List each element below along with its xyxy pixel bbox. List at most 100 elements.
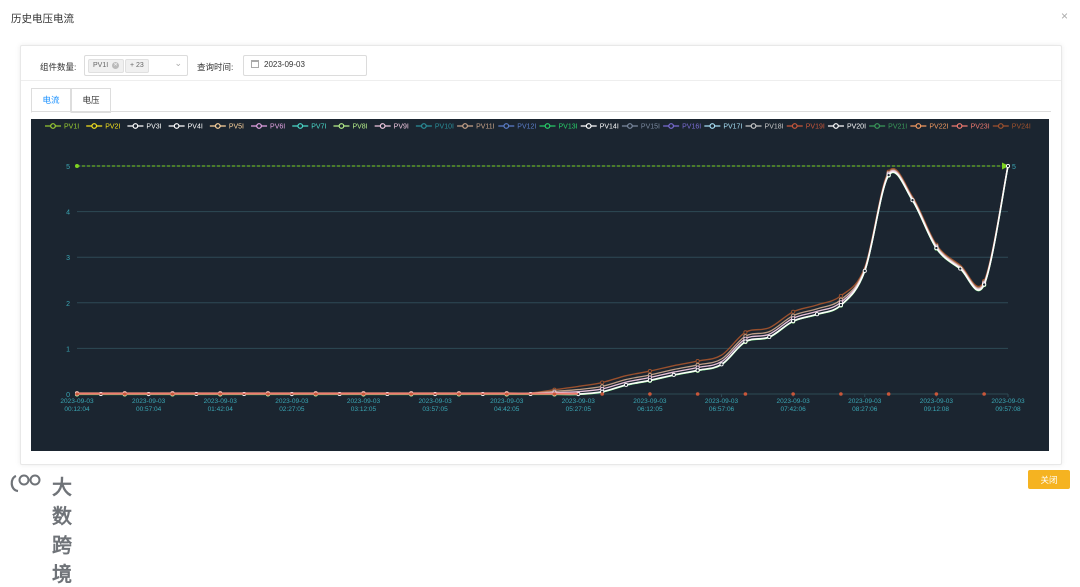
x-tick-label: 2023-09-03 [991,398,1025,405]
x-tick-label: 2023-09-03 [204,398,238,405]
legend-marker [173,123,180,129]
legend-label: PV20I [847,124,866,131]
data-point [934,246,939,251]
legend-marker [50,123,56,129]
x-tick-label: 2023-09-03 [275,398,309,405]
legend-label: PV24I [1012,124,1031,131]
data-point [814,312,820,317]
legend-label: PV23I [971,124,990,131]
legend-label: PV2I [105,124,120,131]
y-tick-label: 1 [66,346,70,353]
data-point-zero [695,392,700,396]
data-point-zero [170,392,175,396]
x-tick-label: 03:57:05 [422,406,448,413]
legend-label: PV11I [476,124,495,131]
x-tick-label: 2023-09-03 [705,398,739,405]
legend-label: PV16I [682,124,701,131]
tab-voltage[interactable]: 电压 [71,88,111,113]
tab-current[interactable]: 电流 [31,88,71,113]
x-tick-label: 2023-09-03 [848,398,882,405]
data-point-zero [361,392,366,396]
data-point [624,382,629,387]
selected-tag-label: PV1I [93,62,109,69]
data-point-zero [934,392,939,396]
data-point-zero [839,392,843,396]
watermark: 大数跨境 [8,470,72,586]
legend-marker [503,123,510,129]
data-point-zero [266,392,270,396]
legend-marker [420,123,427,129]
legend-marker [915,123,922,129]
y-tick-label: 3 [66,255,70,262]
x-tick-label: 2023-09-03 [920,398,954,405]
data-point [600,380,605,385]
data-point-zero [504,392,509,396]
legend-label: PV19I [806,124,825,131]
data-point [647,369,652,374]
component-select[interactable]: PV1I ✕ + 23 ⌄ [84,55,188,76]
data-point [791,309,796,314]
close-icon[interactable]: × [1061,9,1068,23]
series-line [77,166,1009,396]
series-line [77,166,1009,396]
data-point [743,330,748,335]
x-tick-label: 00:12:04 [64,406,90,413]
date-value: 2023-09-03 [264,60,305,69]
x-tick-label: 07:42:06 [780,406,806,413]
legend-label: PV17I [723,124,742,131]
legend-label: PV9I [394,124,409,131]
x-tick-label: 05:27:05 [566,406,592,413]
tag-remove-icon[interactable]: ✕ [112,61,120,69]
date-picker[interactable]: 2023-09-03 [243,55,367,76]
chevron-down-icon[interactable]: ⌄ [174,58,182,69]
data-point-zero [409,392,414,396]
data-point-zero [648,392,652,396]
legend-marker [214,123,221,129]
series-line [77,166,1009,396]
legend-marker [585,123,592,129]
x-tick-label: 2023-09-03 [562,398,596,405]
x-tick-label: 01:42:04 [208,406,234,413]
data-point [695,368,700,373]
legend-marker [833,123,839,129]
legend-label: PV15I [641,124,660,131]
x-tick-label: 06:57:06 [709,406,735,413]
data-point-zero [886,392,891,396]
query-time-label: 查询时间: [197,62,234,72]
series-line [77,165,1009,395]
legend-marker [132,123,139,129]
legend-marker [462,123,468,129]
data-point [719,362,724,367]
content-card: 组件数量: PV1I ✕ + 23 ⌄ 查询时间: 2023-09-03 电流 … [20,45,1062,465]
mark-line-start [75,164,79,168]
dialog-title: 历史电压电流 [11,13,74,25]
data-point [743,339,748,344]
watermark-text: 大数跨境 [52,477,73,586]
legend-marker [874,123,881,129]
x-tick-label: 2023-09-03 [777,398,811,405]
legend-label: PV12I [517,124,536,131]
data-point [791,318,796,324]
legend-label: PV21I [888,124,907,131]
data-point-zero [552,392,557,396]
legend-marker [256,123,262,129]
data-point [886,173,891,178]
component-count-label: 组件数量: [40,62,77,72]
legend-label: PV18I [765,124,784,131]
y-tick-label: 2 [66,301,70,308]
legend-marker [91,123,98,129]
legend-marker [627,123,633,129]
chart-area: PV1I PV2I PV3I PV4I PV5I PV6I PV7I PV8I PV9I PV10… [31,119,1049,451]
selected-tag[interactable]: PV1I ✕ [88,59,125,73]
data-point [862,268,867,273]
line-chart: PV1I PV2I PV3I PV4I PV5I PV6I PV7I PV8I PV9I PV10… [45,123,1031,413]
data-point [647,378,652,383]
x-tick-label: 03:12:05 [351,406,377,413]
data-point-zero [218,392,223,396]
mark-line-label: 5 [1012,164,1016,171]
legend-marker [297,123,304,129]
close-button[interactable]: 关闭 [1028,470,1070,489]
series-line [77,165,1009,394]
series-line [76,164,1009,394]
legend-marker [544,123,551,129]
